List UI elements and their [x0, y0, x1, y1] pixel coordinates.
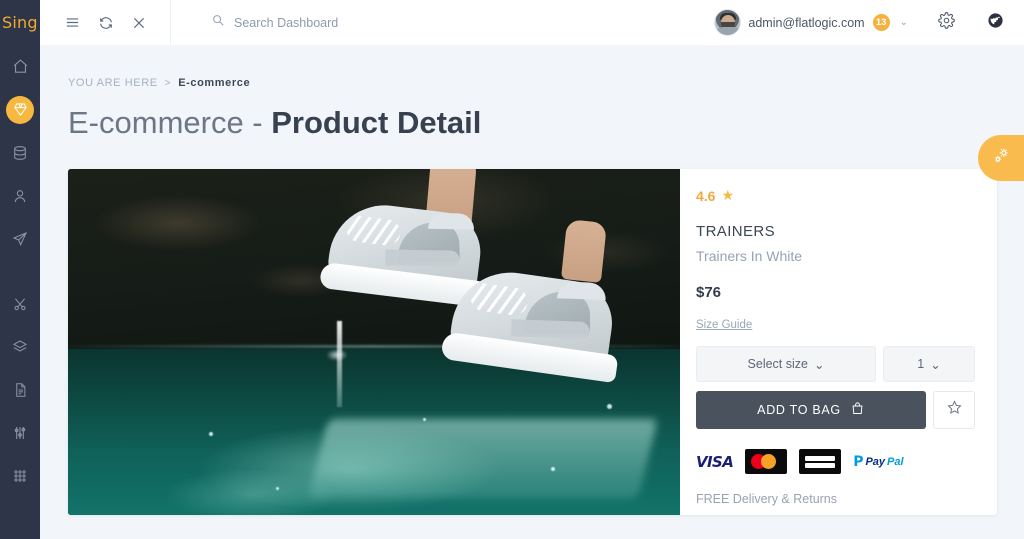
page-title-light: E-commerce -	[68, 105, 272, 140]
delivery-note: FREE Delivery & Returns	[696, 492, 838, 506]
sidebar-item-user[interactable]	[0, 174, 40, 217]
sliders-icon	[12, 425, 28, 441]
close-icon[interactable]	[131, 15, 147, 31]
product-rating: 4.6 ★	[696, 187, 975, 204]
product-actions: ADD TO BAG	[696, 391, 975, 429]
breadcrumb-separator: >	[164, 77, 172, 89]
user-menu[interactable]: admin@flatlogic.com 13 ⌄	[714, 9, 908, 36]
sidebar-item-grid[interactable]	[0, 454, 40, 497]
sidebar-item-home[interactable]	[0, 45, 40, 88]
main-content: YOU ARE HERE > E-commerce E-commerce - P…	[40, 45, 1024, 539]
quantity-select[interactable]: 1 ⌄	[883, 346, 975, 382]
photo-droplet	[208, 431, 213, 436]
size-guide-link[interactable]: Size Guide	[696, 319, 752, 331]
layers-icon	[12, 339, 28, 355]
logo-text: Sing	[2, 13, 38, 32]
product-image[interactable]	[68, 169, 680, 515]
gear-icon[interactable]	[938, 11, 955, 34]
product-price: $76	[696, 284, 722, 301]
avatar	[714, 9, 742, 36]
star-icon: ★	[721, 187, 735, 203]
photo-water-splash	[337, 321, 343, 408]
quantity-select-label: 1	[917, 357, 925, 371]
paypal-logo: P Pay Pal	[853, 453, 904, 470]
user-icon	[12, 188, 28, 204]
paper-plane-icon	[12, 231, 28, 247]
refresh-icon[interactable]	[98, 15, 114, 31]
scissors-icon	[12, 296, 28, 312]
sidebar-item-documents[interactable]	[0, 368, 40, 411]
size-select[interactable]: Select size ⌄	[696, 346, 876, 382]
photo-reflection	[308, 419, 658, 499]
document-icon	[13, 382, 28, 398]
hamburger-icon[interactable]	[64, 14, 81, 31]
product-detail-card: 4.6 ★ TRAINERS Trainers In White $76 Siz…	[68, 169, 997, 515]
product-subtitle: Trainers In White	[696, 248, 803, 264]
sidebar-item-database[interactable]	[0, 131, 40, 174]
rating-value: 4.6	[696, 187, 716, 204]
favorite-button[interactable]	[933, 391, 975, 429]
home-icon	[12, 58, 29, 75]
product-info-panel: 4.6 ★ TRAINERS Trainers In White $76 Siz…	[680, 169, 997, 515]
chevron-down-icon: ⌄	[899, 17, 908, 28]
breadcrumb: YOU ARE HERE > E-commerce	[68, 77, 250, 89]
gears-icon	[990, 145, 1012, 172]
payment-methods: VISA P Pay Pal	[696, 449, 975, 474]
product-name: TRAINERS	[696, 223, 776, 240]
sidebar-item-messages[interactable]	[0, 217, 40, 260]
sidebar-item-settings[interactable]	[0, 411, 40, 454]
add-to-bag-label: ADD TO BAG	[757, 403, 841, 417]
globe-icon[interactable]	[987, 12, 1004, 34]
page-title-bold: Product Detail	[271, 105, 482, 140]
sidebar-item-tools[interactable]	[0, 282, 40, 325]
user-email: admin@flatlogic.com	[748, 15, 865, 30]
search-input[interactable]	[234, 15, 494, 30]
diamond-icon	[6, 95, 34, 124]
breadcrumb-current[interactable]: E-commerce	[178, 77, 250, 89]
sidebar: Sing	[0, 0, 40, 539]
shopping-bag-icon	[850, 401, 865, 419]
photo-leg-front	[560, 219, 608, 283]
settings-panel-toggle[interactable]	[978, 135, 1024, 181]
product-selectors: Select size ⌄ 1 ⌄	[696, 346, 975, 382]
breadcrumb-prefix: YOU ARE HERE	[68, 77, 158, 89]
add-to-bag-button[interactable]: ADD TO BAG	[696, 391, 926, 429]
photo-droplet	[606, 404, 612, 410]
app-logo[interactable]: Sing	[0, 0, 40, 45]
search-bar[interactable]	[171, 13, 714, 32]
chevron-down-icon: ⌄	[930, 357, 941, 372]
top-header: admin@flatlogic.com 13 ⌄	[40, 0, 1024, 45]
chevron-down-icon: ⌄	[813, 357, 825, 372]
page-title: E-commerce - Product Detail	[68, 105, 481, 141]
mastercard-logo	[745, 449, 788, 474]
notification-badge: 13	[872, 14, 890, 31]
sidebar-item-ecommerce[interactable]	[0, 88, 40, 131]
database-icon	[12, 145, 28, 161]
header-user-area: admin@flatlogic.com 13 ⌄	[714, 9, 1024, 36]
grid-icon	[12, 468, 28, 484]
search-icon	[211, 13, 225, 32]
amex-logo	[799, 449, 842, 474]
visa-logo: VISA	[696, 452, 734, 471]
star-outline-icon	[946, 399, 963, 421]
sidebar-item-layers[interactable]	[0, 325, 40, 368]
header-actions	[40, 0, 171, 45]
size-select-label: Select size	[747, 357, 808, 371]
photo-water-splash-crown	[326, 348, 349, 361]
